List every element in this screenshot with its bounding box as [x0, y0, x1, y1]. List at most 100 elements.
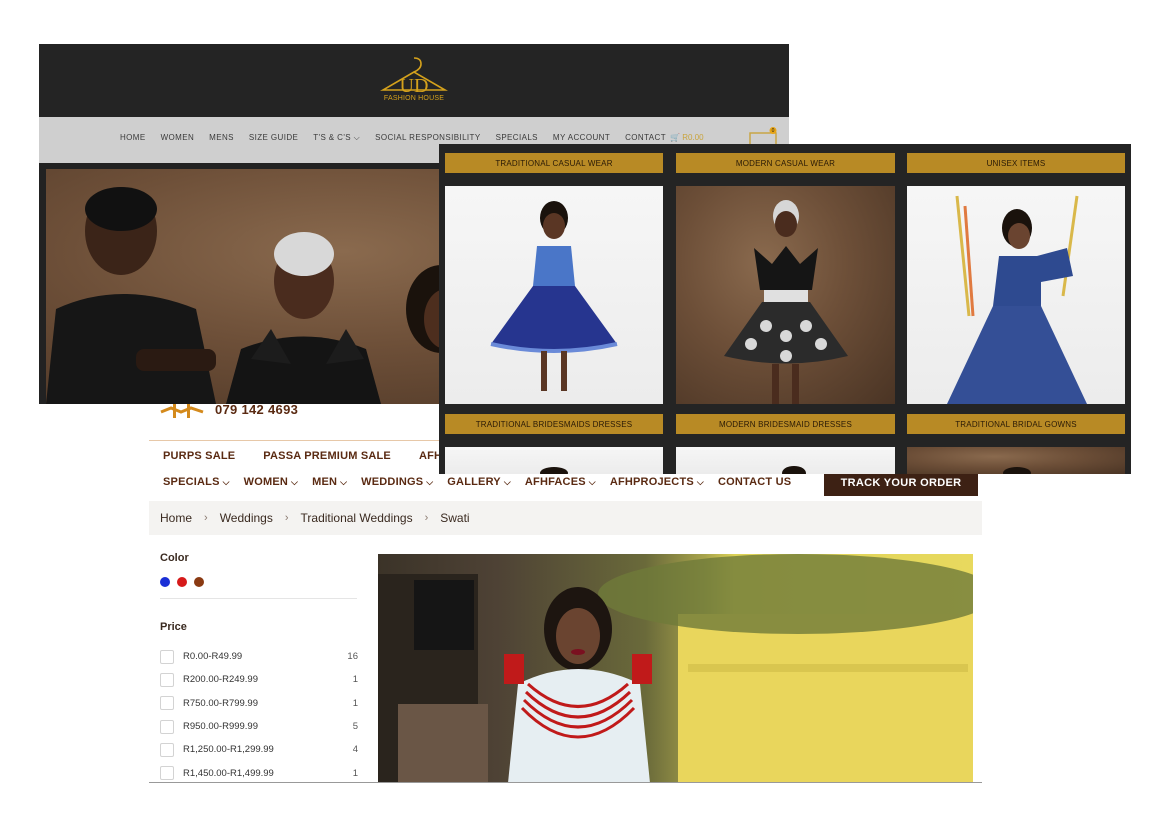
product-image[interactable]	[378, 554, 973, 783]
model-illustration	[782, 466, 806, 474]
chevron-down-icon: ⌵	[696, 477, 704, 487]
price-range-option[interactable]: R1,450.00-R1,499.99 1	[160, 761, 360, 783]
checkbox[interactable]	[160, 672, 174, 687]
nav-label: T'S & C'S	[313, 133, 352, 142]
breadcrumb-weddings[interactable]: Weddings	[220, 511, 273, 525]
price-range-count: 5	[352, 721, 358, 733]
chevron-down-icon: ⌵	[588, 477, 596, 487]
price-range-count: 1	[352, 697, 358, 709]
color-filter-title: Color	[160, 552, 189, 564]
price-filter-title: Price	[160, 621, 187, 633]
chevron-down-icon: ⌵	[503, 477, 511, 487]
category-label-traditional-bridal-gowns[interactable]: TRADITIONAL BRIDAL GOWNS	[907, 414, 1125, 434]
checkbox[interactable]	[160, 649, 174, 664]
model-illustration	[947, 195, 1087, 404]
nav-contact-us[interactable]: CONTACT US	[718, 476, 791, 488]
category-label-unisex-items[interactable]: UNISEX ITEMS	[907, 153, 1125, 173]
nav-label: WOMEN	[243, 476, 289, 488]
chevron-right-icon: ›	[284, 512, 289, 524]
breadcrumb-home[interactable]: Home	[160, 511, 192, 525]
category-image-modern-casual-wear[interactable]	[676, 186, 895, 404]
model-illustration	[540, 467, 568, 474]
price-range-option[interactable]: R200.00-R249.99 1	[160, 668, 360, 691]
nav-afhfaces[interactable]: AFHFACES ⌵	[525, 476, 596, 488]
price-range-label: R1,250.00-R1,299.99	[183, 744, 274, 756]
panel-bottom-border	[149, 782, 982, 783]
category-image-unisex-items[interactable]	[907, 186, 1125, 404]
nav-gallery[interactable]: GALLERY ⌵	[447, 476, 511, 488]
checkbox[interactable]	[160, 766, 174, 781]
model-illustration	[724, 200, 848, 404]
checkbox[interactable]	[160, 719, 174, 734]
chevron-right-icon: ›	[204, 512, 208, 524]
price-range-option[interactable]: R0.00-R49.99 16	[160, 645, 360, 668]
price-range-label: R1,450.00-R1,499.99	[183, 767, 274, 779]
color-swatch-brown[interactable]	[194, 577, 204, 587]
cart-count: 0	[772, 128, 775, 134]
nav-mens[interactable]: MENS	[209, 133, 234, 143]
nav-specials[interactable]: SPECIALS ⌵	[163, 476, 230, 488]
price-filter-list: R0.00-R49.99 16 R200.00-R249.99 1 R750.00-…	[160, 645, 360, 783]
filter-divider	[160, 598, 357, 599]
nav-label: AFHPROJECTS	[609, 476, 694, 488]
nav-women[interactable]: WOMEN ⌵	[244, 476, 298, 488]
model-illustration	[1003, 467, 1031, 474]
filter-sidebar: Color Price R0.00-R49.99 16 R200.00-R249.…	[160, 552, 360, 783]
nav-label: GALLERY	[447, 476, 501, 488]
nav-specials[interactable]: SPECIALS	[496, 133, 538, 143]
breadcrumb-traditional-weddings[interactable]: Traditional Weddings	[301, 511, 413, 525]
nav-terms[interactable]: T'S & C'S ⌵	[313, 133, 360, 143]
price-range-option[interactable]: R750.00-R799.99 1	[160, 692, 360, 715]
category-label-modern-bridesmaid-dresses[interactable]: MODERN BRIDESMAID DRESSES	[676, 414, 895, 434]
price-range-option[interactable]: R950.00-R999.99 5	[160, 715, 360, 738]
nav-size-guide[interactable]: SIZE GUIDE	[249, 133, 298, 143]
category-image-modern-bridesmaid-dresses[interactable]	[676, 447, 895, 474]
price-range-label: R750.00-R799.99	[183, 697, 258, 709]
category-grid-screenshot: TRADITIONAL CASUAL WEAR MODERN CASUAL WE…	[439, 144, 1131, 474]
price-range-count: 1	[352, 767, 358, 779]
category-image-traditional-bridesmaids-dresses[interactable]	[445, 447, 663, 474]
checkbox[interactable]	[160, 696, 174, 711]
ud-header: UD FASHION HOUSE	[39, 44, 789, 117]
nav-social-responsibility[interactable]: SOCIAL RESPONSIBILITY	[375, 133, 480, 143]
category-label-traditional-bridesmaids-dresses[interactable]: TRADITIONAL BRIDESMAIDS DRESSES	[445, 414, 663, 434]
category-image-traditional-casual-wear[interactable]	[445, 186, 663, 404]
price-range-count: 4	[352, 744, 358, 756]
nav-label: MEN	[312, 476, 338, 488]
nav-men[interactable]: MEN ⌵	[312, 476, 347, 488]
sale-links: PURPS SALE PASSA PREMIUM SALE AFHSE	[163, 450, 457, 462]
category-label-modern-casual-wear[interactable]: MODERN CASUAL WEAR	[676, 153, 895, 173]
cart-total-value: R0.00	[682, 133, 704, 142]
product-photo-illustration	[378, 554, 973, 783]
phone-number[interactable]: 079 142 4693	[215, 402, 298, 417]
nav-weddings[interactable]: WEDDINGS ⌵	[361, 476, 433, 488]
nav-label: WEDDINGS	[361, 476, 424, 488]
nav-link-purps-sale[interactable]: PURPS SALE	[163, 450, 235, 462]
color-swatch-red[interactable]	[177, 577, 187, 587]
nav-label: CONTACT US	[717, 476, 792, 488]
nav-women[interactable]: WOMEN	[161, 133, 195, 143]
price-range-option[interactable]: R1,250.00-R1,299.99 4	[160, 738, 360, 761]
chevron-right-icon: ›	[424, 512, 429, 524]
nav-label: SPECIALS	[163, 476, 220, 488]
chevron-down-icon: ⌵	[426, 477, 434, 487]
logo-subtitle: FASHION HOUSE	[383, 95, 445, 102]
svg-text:UD: UD	[400, 75, 429, 97]
price-range-label: R950.00-R999.99	[183, 721, 258, 733]
chevron-down-icon: ⌵	[291, 477, 299, 487]
category-label-traditional-casual-wear[interactable]: TRADITIONAL CASUAL WEAR	[445, 153, 663, 173]
nav-label: AFHFACES	[524, 476, 586, 488]
nav-home[interactable]: HOME	[120, 133, 146, 143]
nav-my-account[interactable]: MY ACCOUNT	[553, 133, 610, 143]
color-swatch-blue[interactable]	[160, 577, 170, 587]
price-range-label: R0.00-R49.99	[183, 651, 243, 663]
cart-total[interactable]: 🛒 R0.00	[670, 133, 704, 142]
chevron-down-icon: ⌵	[222, 477, 230, 487]
nav-afhprojects[interactable]: AFHPROJECTS ⌵	[610, 476, 704, 488]
chevron-down-icon: ⌵	[353, 133, 361, 142]
chevron-down-icon: ⌵	[340, 477, 348, 487]
nav-link-passa-premium-sale[interactable]: PASSA PREMIUM SALE	[263, 450, 391, 462]
category-image-traditional-bridal-gowns[interactable]	[907, 447, 1125, 474]
nav-contact[interactable]: CONTACT	[625, 133, 666, 143]
checkbox[interactable]	[160, 742, 174, 757]
